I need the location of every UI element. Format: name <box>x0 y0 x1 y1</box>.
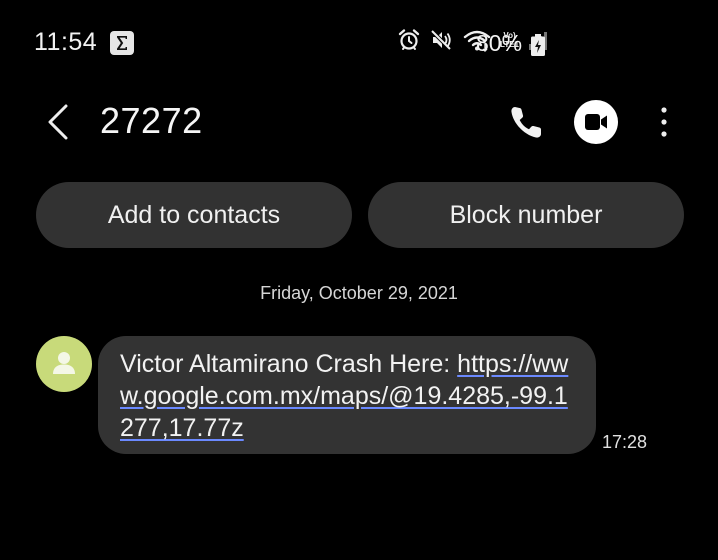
more-options-button[interactable] <box>650 104 678 140</box>
add-to-contacts-button[interactable]: Add to contacts <box>36 182 352 248</box>
battery-percent: 80% <box>476 30 523 56</box>
person-icon <box>53 352 75 374</box>
message-bubble[interactable]: Victor Altamirano Crash Here: https://ww… <box>98 336 596 454</box>
mute-icon <box>430 29 452 51</box>
status-bar: 11:54 Vo) LTE1 80% <box>0 22 718 66</box>
alarm-icon <box>398 29 420 50</box>
battery-charging-icon <box>531 34 545 56</box>
block-number-button[interactable]: Block number <box>368 182 684 248</box>
video-call-icon <box>585 114 607 130</box>
message-timestamp: 17:28 <box>602 432 648 452</box>
status-time: 11:54 <box>34 28 98 56</box>
call-button[interactable] <box>506 101 548 143</box>
more-vertical-icon <box>661 107 667 137</box>
sigma-icon <box>110 31 134 55</box>
back-chevron-icon <box>48 104 68 140</box>
back-button[interactable] <box>44 102 74 142</box>
date-divider: Friday, October 29, 2021 <box>260 283 458 303</box>
status-icons: Vo) LTE1 <box>397 28 548 52</box>
phone-icon <box>511 107 541 138</box>
message-text: Victor Altamirano Crash Here: https://ww… <box>120 348 574 444</box>
avatar[interactable] <box>36 336 92 392</box>
video-call-button[interactable] <box>574 100 618 144</box>
conversation-title: 27272 <box>100 100 203 141</box>
message-prefix: Victor Altamirano Crash Here: <box>120 350 458 378</box>
